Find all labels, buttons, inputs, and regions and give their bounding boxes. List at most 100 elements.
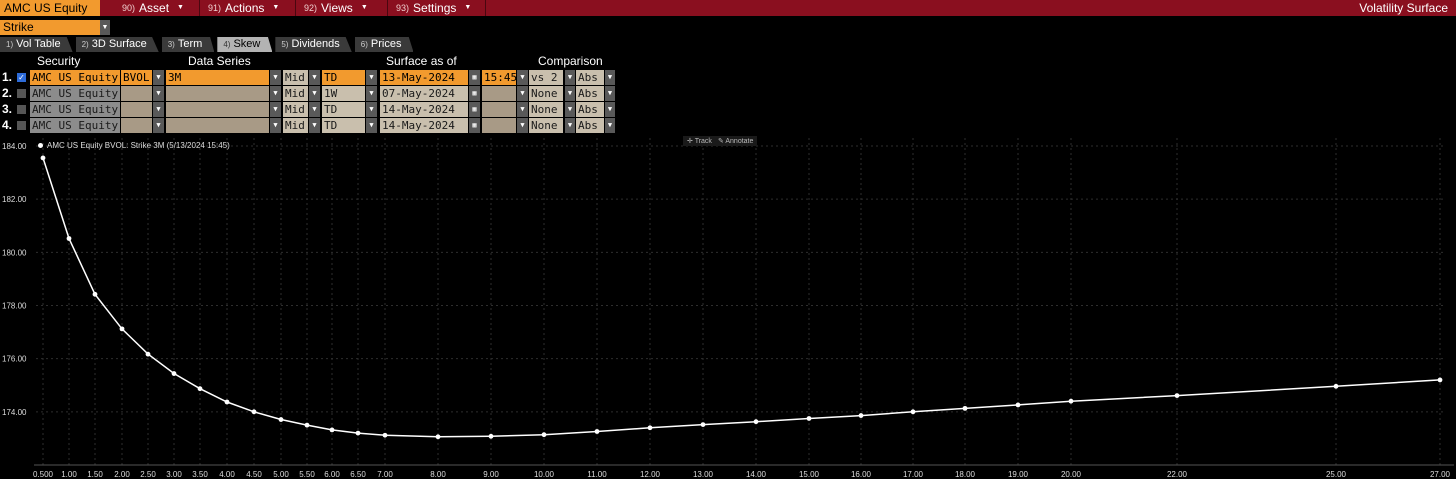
source-field[interactable] [121, 118, 152, 133]
chevron-down-icon[interactable]: ▼ [270, 86, 281, 101]
relative-date-field[interactable]: TD [322, 102, 365, 117]
mode-field[interactable]: Abs [576, 70, 604, 85]
chevron-down-icon[interactable]: ▼ [605, 86, 615, 101]
data-series-field[interactable] [166, 86, 269, 101]
date-field[interactable]: 14-May-2024 [380, 118, 468, 133]
chevron-down-icon: ▼ [360, 4, 368, 11]
row-checkbox[interactable] [17, 105, 26, 114]
chevron-down-icon[interactable]: ▼ [366, 86, 377, 101]
relative-date-field[interactable]: TD [322, 70, 365, 85]
time-field[interactable] [482, 102, 516, 117]
x-tick-label: 1.50 [87, 470, 103, 479]
comparison-field[interactable]: None [529, 118, 563, 133]
x-tick-label: 5.50 [299, 470, 315, 479]
calendar-icon[interactable]: ▦ [469, 86, 480, 101]
calendar-icon[interactable]: ▦ [469, 102, 480, 117]
tab-prices[interactable]: 6) Prices [354, 37, 414, 52]
tab-dividends[interactable]: 5) Dividends [275, 37, 352, 52]
chevron-down-icon[interactable]: ▼ [153, 86, 164, 101]
side-field[interactable]: Mid [283, 86, 308, 101]
data-series-field[interactable]: 3M [166, 70, 269, 85]
date-field[interactable]: 07-May-2024 [380, 86, 468, 101]
date-field[interactable]: 14-May-2024 [380, 102, 468, 117]
chevron-down-icon[interactable]: ▼ [565, 102, 575, 117]
strike-dropdown[interactable]: Strike ▼ [0, 20, 110, 35]
x-tick-label: 18.00 [955, 470, 976, 479]
source-field[interactable] [121, 86, 152, 101]
calendar-icon[interactable]: ▦ [469, 70, 480, 85]
chevron-down-icon[interactable]: ▼ [309, 86, 320, 101]
chevron-down-icon[interactable]: ▼ [270, 70, 281, 85]
menu-actions[interactable]: 91) Actions ▼ [200, 0, 296, 16]
mode-field[interactable]: Abs [576, 118, 604, 133]
mode-field[interactable]: Abs [576, 102, 604, 117]
mode-field[interactable]: Abs [576, 86, 604, 101]
chevron-down-icon[interactable]: ▼ [605, 102, 615, 117]
x-tick-label: 5.00 [273, 470, 289, 479]
strike-select-value[interactable]: Strike [0, 20, 100, 35]
relative-date-field[interactable]: 1W [322, 86, 365, 101]
chevron-down-icon[interactable]: ▼ [309, 102, 320, 117]
row-checkbox[interactable] [17, 89, 26, 98]
tab-3d-surface[interactable]: 2) 3D Surface [75, 37, 159, 52]
security-field[interactable]: AMC US Equity [30, 102, 120, 117]
data-series-field[interactable] [166, 102, 269, 117]
menu-settings[interactable]: 93) Settings ▼ [388, 0, 486, 16]
ticker-box[interactable]: AMC US Equity [0, 0, 100, 16]
chevron-down-icon[interactable]: ▼ [153, 102, 164, 117]
menu-asset[interactable]: 90) Asset ▼ [114, 0, 200, 16]
x-tick-label: 22.00 [1167, 470, 1188, 479]
security-field[interactable]: AMC US Equity [30, 70, 120, 85]
tab-num: 3) [167, 40, 175, 49]
row-checkbox[interactable] [17, 121, 26, 130]
chevron-down-icon[interactable]: ▼ [565, 70, 575, 85]
track-button[interactable]: ✛ Track [687, 137, 712, 145]
data-point [382, 432, 388, 438]
security-field[interactable]: AMC US Equity [30, 118, 120, 133]
tab-vol-table[interactable]: 1) Vol Table [0, 37, 73, 52]
source-field[interactable]: BVOL [121, 70, 152, 85]
side-field[interactable]: Mid [283, 102, 308, 117]
tab-term[interactable]: 3) Term [161, 37, 215, 52]
chevron-down-icon[interactable]: ▼ [517, 70, 528, 85]
chevron-down-icon[interactable]: ▼ [565, 86, 575, 101]
data-series-field[interactable] [166, 118, 269, 133]
chevron-down-icon[interactable]: ▼ [517, 102, 528, 117]
chevron-down-icon[interactable]: ▼ [100, 20, 110, 35]
time-field[interactable] [482, 118, 516, 133]
row-checkbox[interactable]: ✓ [17, 73, 26, 82]
chevron-down-icon[interactable]: ▼ [366, 118, 377, 133]
side-field[interactable]: Mid [283, 118, 308, 133]
chevron-down-icon[interactable]: ▼ [366, 102, 377, 117]
chevron-down-icon[interactable]: ▼ [366, 70, 377, 85]
time-field[interactable] [482, 86, 516, 101]
date-field[interactable]: 13-May-2024 [380, 70, 468, 85]
time-field[interactable]: 15:45 [482, 70, 516, 85]
chevron-down-icon[interactable]: ▼ [517, 86, 528, 101]
comparison-field[interactable]: vs 2 [529, 70, 563, 85]
chevron-down-icon[interactable]: ▼ [309, 118, 320, 133]
data-point [1015, 402, 1021, 408]
relative-date-field[interactable]: TD [322, 118, 365, 133]
chevron-down-icon[interactable]: ▼ [270, 102, 281, 117]
x-tick-label: 12.00 [640, 470, 661, 479]
chevron-down-icon[interactable]: ▼ [605, 70, 615, 85]
chevron-down-icon[interactable]: ▼ [309, 70, 320, 85]
chevron-down-icon[interactable]: ▼ [565, 118, 575, 133]
x-tick-label: 3.50 [192, 470, 208, 479]
chevron-down-icon[interactable]: ▼ [153, 70, 164, 85]
tab-skew[interactable]: 4) Skew [217, 37, 273, 52]
security-field[interactable]: AMC US Equity [30, 86, 120, 101]
source-field[interactable] [121, 102, 152, 117]
chevron-down-icon[interactable]: ▼ [153, 118, 164, 133]
annotate-button[interactable]: ✎ Annotate [718, 137, 753, 145]
menu-views[interactable]: 92) Views ▼ [296, 0, 388, 16]
side-field[interactable]: Mid [283, 70, 308, 85]
chevron-down-icon[interactable]: ▼ [270, 118, 281, 133]
comparison-field[interactable]: None [529, 102, 563, 117]
comparison-field[interactable]: None [529, 86, 563, 101]
chevron-down-icon[interactable]: ▼ [517, 118, 528, 133]
legend-label: AMC US Equity BVOL: Strike 3M (5/13/2024… [47, 141, 230, 150]
calendar-icon[interactable]: ▦ [469, 118, 480, 133]
chevron-down-icon[interactable]: ▼ [605, 118, 615, 133]
